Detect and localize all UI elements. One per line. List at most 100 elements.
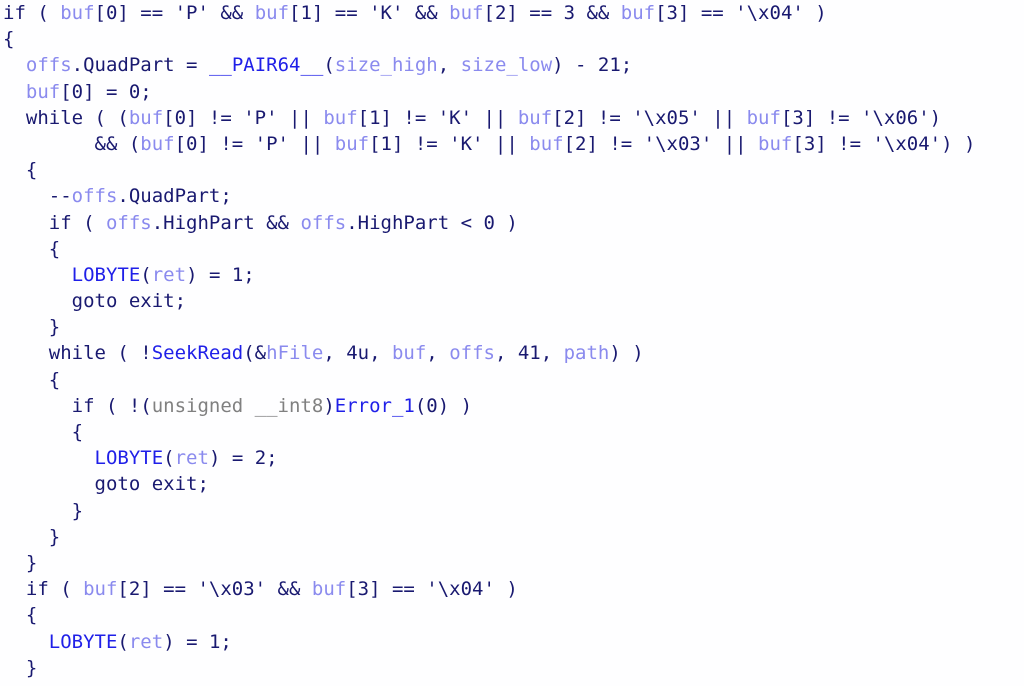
code-token: Error_1	[334, 394, 415, 417]
code-token: (0) )	[414, 394, 473, 417]
code-token: goto exit;	[3, 290, 187, 313]
code-token: if (	[3, 211, 106, 234]
code-token: buf	[83, 578, 118, 601]
code-token: ret	[128, 630, 164, 653]
code-token: if ( !(	[3, 394, 152, 417]
code-line[interactable]: while ( !SeekRead(&hFile, 4u, buf, offs,…	[0, 340, 1024, 366]
code-token: LOBYTE	[71, 263, 141, 286]
code-token: .QuadPart =	[71, 54, 209, 77]
code-token: buf	[323, 106, 358, 129]
code-line[interactable]: if ( buf[0] == 'P' && buf[1] == 'K' && b…	[0, 0, 1024, 26]
code-token: [3] == '\x04' )	[655, 2, 827, 24]
code-token: buf	[254, 2, 290, 24]
code-token: {	[3, 159, 38, 182]
code-token: }	[3, 525, 61, 548]
code-token: ret	[151, 263, 187, 286]
code-token: buf	[60, 2, 95, 24]
code-token: offs	[300, 211, 347, 234]
code-token: (&	[243, 342, 267, 365]
code-token: [3] == '\x04' )	[346, 578, 518, 601]
code-token: ) - 21;	[552, 54, 633, 77]
code-token: buf	[529, 132, 564, 155]
code-line[interactable]: {	[0, 367, 1024, 393]
code-token: && (	[3, 132, 141, 155]
code-token: }	[3, 499, 84, 522]
code-line[interactable]: --offs.QuadPart;	[0, 183, 1024, 209]
code-line[interactable]: }	[0, 524, 1024, 550]
code-line[interactable]: if ( buf[2] == '\x03' && buf[3] == '\x04…	[0, 576, 1024, 602]
code-token: buf	[517, 106, 553, 129]
code-token: [0] != 'P' ||	[163, 106, 324, 129]
code-token: [1] != 'K' ||	[357, 106, 518, 129]
code-token: __PAIR64__	[208, 54, 324, 77]
code-token: offs	[25, 54, 72, 77]
code-token: ) = 2;	[208, 447, 278, 470]
code-line[interactable]: }	[0, 498, 1024, 524]
code-line[interactable]: {	[0, 602, 1024, 628]
code-line[interactable]: {	[0, 26, 1024, 52]
code-token: unsigned __int8	[151, 394, 324, 417]
code-line[interactable]: {	[0, 157, 1024, 183]
code-token: [3] != '\x04') )	[792, 132, 976, 155]
code-line-list: if ( buf[0] == 'P' && buf[1] == 'K' && b…	[0, 0, 1024, 681]
code-token: {	[3, 421, 84, 443]
code-line[interactable]: goto exit;	[0, 471, 1024, 497]
code-token: {	[3, 604, 38, 627]
code-token: buf	[746, 106, 781, 129]
code-token: .HighPart &&	[151, 211, 301, 234]
code-token: [0] = 0;	[60, 80, 152, 103]
code-token: , 4u,	[323, 342, 392, 365]
code-token: , 41,	[494, 342, 564, 365]
code-line[interactable]: {	[0, 236, 1024, 262]
code-token: (	[117, 630, 129, 653]
code-line[interactable]: buf[0] = 0;	[0, 79, 1024, 105]
code-token: }	[3, 316, 61, 339]
code-token: buf	[140, 132, 175, 155]
code-line[interactable]: while ( (buf[0] != 'P' || buf[1] != 'K' …	[0, 105, 1024, 131]
code-token: buf	[758, 132, 793, 155]
code-token: .HighPart < 0 )	[346, 211, 518, 234]
code-token: (	[323, 54, 335, 77]
code-token: ) )	[609, 342, 644, 365]
code-token: )	[323, 394, 335, 417]
code-token: [0] == 'P' &&	[94, 2, 255, 24]
code-token: buf	[311, 578, 347, 601]
code-line[interactable]: if ( !(unsigned __int8)Error_1(0) )	[0, 393, 1024, 419]
code-line[interactable]: LOBYTE(ret) = 2;	[0, 445, 1024, 471]
code-line[interactable]: }	[0, 550, 1024, 576]
code-token: if (	[3, 2, 61, 24]
code-token: hFile	[266, 342, 324, 365]
code-token: goto exit;	[3, 473, 209, 496]
code-token: [2] != '\x03' ||	[563, 132, 759, 155]
code-line[interactable]: if ( offs.HighPart && offs.HighPart < 0 …	[0, 210, 1024, 236]
code-token: (	[140, 263, 152, 286]
code-line[interactable]: LOBYTE(ret) = 1;	[0, 262, 1024, 288]
code-token: {	[3, 368, 61, 391]
code-token: (	[163, 447, 175, 470]
code-line[interactable]: }	[0, 655, 1024, 681]
code-token: .QuadPart;	[117, 185, 232, 208]
code-line[interactable]: offs.QuadPart = __PAIR64__(size_high, si…	[0, 52, 1024, 78]
code-token: if (	[3, 578, 84, 601]
code-token: SeekRead	[151, 342, 244, 365]
code-token: ) = 1;	[186, 263, 255, 286]
code-line[interactable]: goto exit;	[0, 288, 1024, 314]
code-token: {	[3, 237, 61, 260]
code-line[interactable]: }	[0, 314, 1024, 340]
code-token: offs	[71, 185, 118, 208]
code-token: while ( !	[3, 342, 152, 365]
code-token: ) = 1;	[163, 630, 232, 653]
code-token: ret	[174, 447, 209, 470]
pseudocode-view[interactable]: if ( buf[0] == 'P' && buf[1] == 'K' && b…	[0, 0, 1024, 686]
code-line[interactable]: && (buf[0] != 'P' || buf[1] != 'K' || bu…	[0, 131, 1024, 157]
code-token: ,	[437, 54, 461, 77]
code-token: LOBYTE	[48, 630, 118, 653]
code-token: [3] != '\x06')	[780, 106, 942, 129]
code-line[interactable]: LOBYTE(ret) = 1;	[0, 629, 1024, 655]
code-token: [1] == 'K' &&	[289, 2, 450, 24]
code-line[interactable]: {	[0, 419, 1024, 445]
